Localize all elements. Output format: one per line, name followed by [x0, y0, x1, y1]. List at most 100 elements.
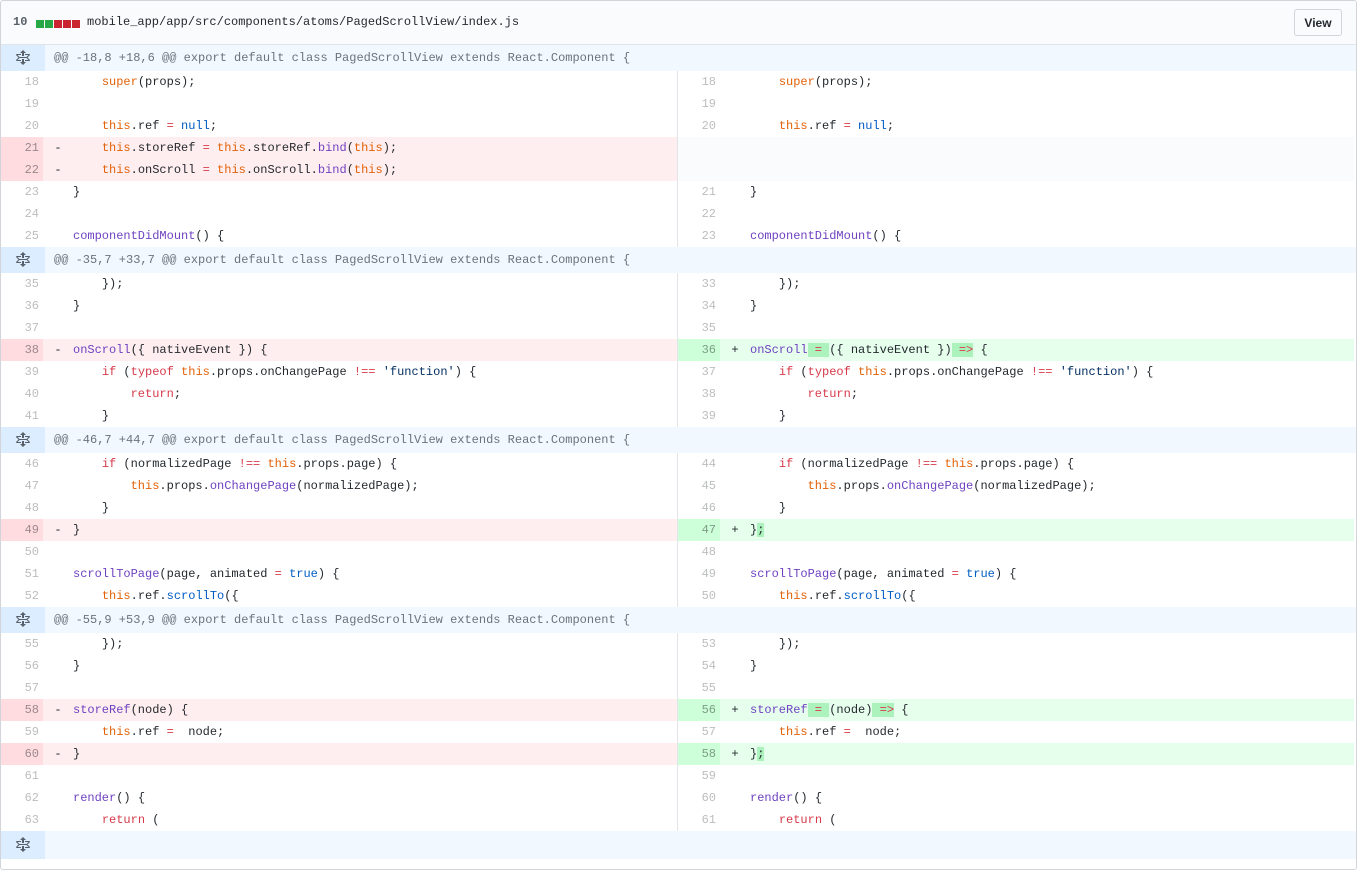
line-number[interactable]: 38 [678, 383, 720, 405]
line-number[interactable]: 50 [1, 541, 43, 563]
line-number[interactable]: 19 [678, 93, 720, 115]
unfold-icon[interactable] [1, 607, 45, 633]
line-number[interactable]: 62 [1, 787, 43, 809]
line-number[interactable]: 48 [678, 541, 720, 563]
line-number[interactable]: 39 [1, 361, 43, 383]
diff-marker [720, 317, 746, 339]
line-number[interactable]: 40 [1, 383, 43, 405]
line-number[interactable]: 37 [678, 361, 720, 383]
line-number[interactable]: 55 [1, 633, 43, 655]
line-number[interactable]: 21 [678, 181, 720, 203]
diff-left: 51 scrollToPage(page, animated = true) { [1, 563, 677, 585]
code-line: } [73, 185, 81, 199]
line-number[interactable]: 46 [1, 453, 43, 475]
diffstat-block [45, 20, 53, 28]
line-number[interactable]: 54 [678, 655, 720, 677]
line-number[interactable]: 18 [678, 71, 720, 93]
line-number[interactable]: 57 [1, 677, 43, 699]
line-number[interactable]: 38 [1, 339, 43, 361]
line-number[interactable]: 18 [1, 71, 43, 93]
line-number[interactable]: 21 [1, 137, 43, 159]
diff-marker [43, 273, 69, 295]
line-number[interactable]: 36 [1, 295, 43, 317]
line-number[interactable]: 20 [678, 115, 720, 137]
view-file-button[interactable]: View [1294, 9, 1342, 36]
code-line: } [750, 659, 758, 673]
line-number[interactable]: 37 [1, 317, 43, 339]
unfold-icon[interactable] [1, 427, 45, 453]
line-number[interactable]: 48 [1, 497, 43, 519]
diff-right: 46 } [677, 497, 1354, 519]
diff-row: 47 this.props.onChangePage(normalizedPag… [1, 475, 1356, 497]
line-number[interactable]: 35 [1, 273, 43, 295]
line-number[interactable]: 56 [1, 655, 43, 677]
line-number[interactable]: 46 [678, 497, 720, 519]
line-number[interactable]: 49 [678, 563, 720, 585]
diff-left-deleted: 38- onScroll({ nativeEvent }) { [1, 339, 677, 361]
line-number[interactable]: 39 [678, 405, 720, 427]
diff-right: 20 this.ref = null; [677, 115, 1354, 137]
line-number[interactable]: 23 [678, 225, 720, 247]
diff-left: 23} [1, 181, 677, 203]
line-number[interactable]: 61 [1, 765, 43, 787]
line-number[interactable]: 44 [678, 453, 720, 475]
diff-marker [43, 93, 69, 115]
line-number[interactable]: 22 [678, 203, 720, 225]
line-number[interactable]: 51 [1, 563, 43, 585]
diff-right-added: 56 + storeRef = (node) => { [677, 699, 1354, 721]
line-number[interactable]: 58 [1, 699, 43, 721]
line-number[interactable]: 35 [678, 317, 720, 339]
line-number[interactable]: 24 [1, 203, 43, 225]
code-line: this.ref.scrollTo({ [778, 589, 916, 603]
line-number[interactable]: 23 [1, 181, 43, 203]
line-number[interactable]: 59 [678, 765, 720, 787]
line-number[interactable]: 61 [678, 809, 720, 831]
line-number[interactable]: 59 [1, 721, 43, 743]
line-number[interactable]: 41 [1, 405, 43, 427]
diff-right-empty [677, 159, 1354, 181]
line-number[interactable]: 19 [1, 93, 43, 115]
line-number[interactable]: 50 [678, 585, 720, 607]
line-number[interactable]: 47 [678, 519, 720, 541]
diff-left: 19 [1, 93, 677, 115]
diff-left: 39 if (typeof this.props.onChangePage !=… [1, 361, 677, 383]
code-line: this.ref = null; [101, 119, 218, 133]
unfold-icon[interactable] [1, 247, 45, 273]
line-number[interactable]: 53 [678, 633, 720, 655]
line-number [678, 137, 720, 159]
diff-marker [43, 405, 69, 427]
line-number[interactable]: 33 [678, 273, 720, 295]
line-number[interactable]: 60 [1, 743, 43, 765]
line-number[interactable]: 34 [678, 295, 720, 317]
line-number[interactable]: 57 [678, 721, 720, 743]
line-number[interactable]: 36 [678, 339, 720, 361]
line-number[interactable]: 22 [1, 159, 43, 181]
line-number[interactable]: 49 [1, 519, 43, 541]
line-number[interactable]: 52 [1, 585, 43, 607]
line-number[interactable]: 47 [1, 475, 43, 497]
diff-marker [720, 633, 746, 655]
diff-row: 21- this.storeRef = this.storeRef.bind(t… [1, 137, 1356, 159]
diff-marker: + [731, 703, 739, 717]
expand-bottom-row [1, 831, 1356, 859]
diff-marker [43, 383, 69, 405]
diff-right: 37 if (typeof this.props.onChangePage !=… [677, 361, 1354, 383]
line-number[interactable]: 45 [678, 475, 720, 497]
file-path[interactable]: mobile_app/app/src/components/atoms/Page… [87, 15, 519, 29]
diff-marker: - [54, 163, 62, 177]
unfold-icon[interactable] [1, 45, 45, 71]
code-line: }; [750, 747, 765, 761]
line-number[interactable]: 56 [678, 699, 720, 721]
line-number[interactable]: 63 [1, 809, 43, 831]
line-number[interactable]: 58 [678, 743, 720, 765]
unfold-icon[interactable] [1, 831, 45, 859]
code-line: onScroll = ({ nativeEvent }) => { [750, 343, 988, 357]
line-number[interactable]: 60 [678, 787, 720, 809]
line-number[interactable]: 20 [1, 115, 43, 137]
diff-marker: - [54, 523, 62, 537]
line-number[interactable]: 25 [1, 225, 43, 247]
line-number[interactable]: 55 [678, 677, 720, 699]
